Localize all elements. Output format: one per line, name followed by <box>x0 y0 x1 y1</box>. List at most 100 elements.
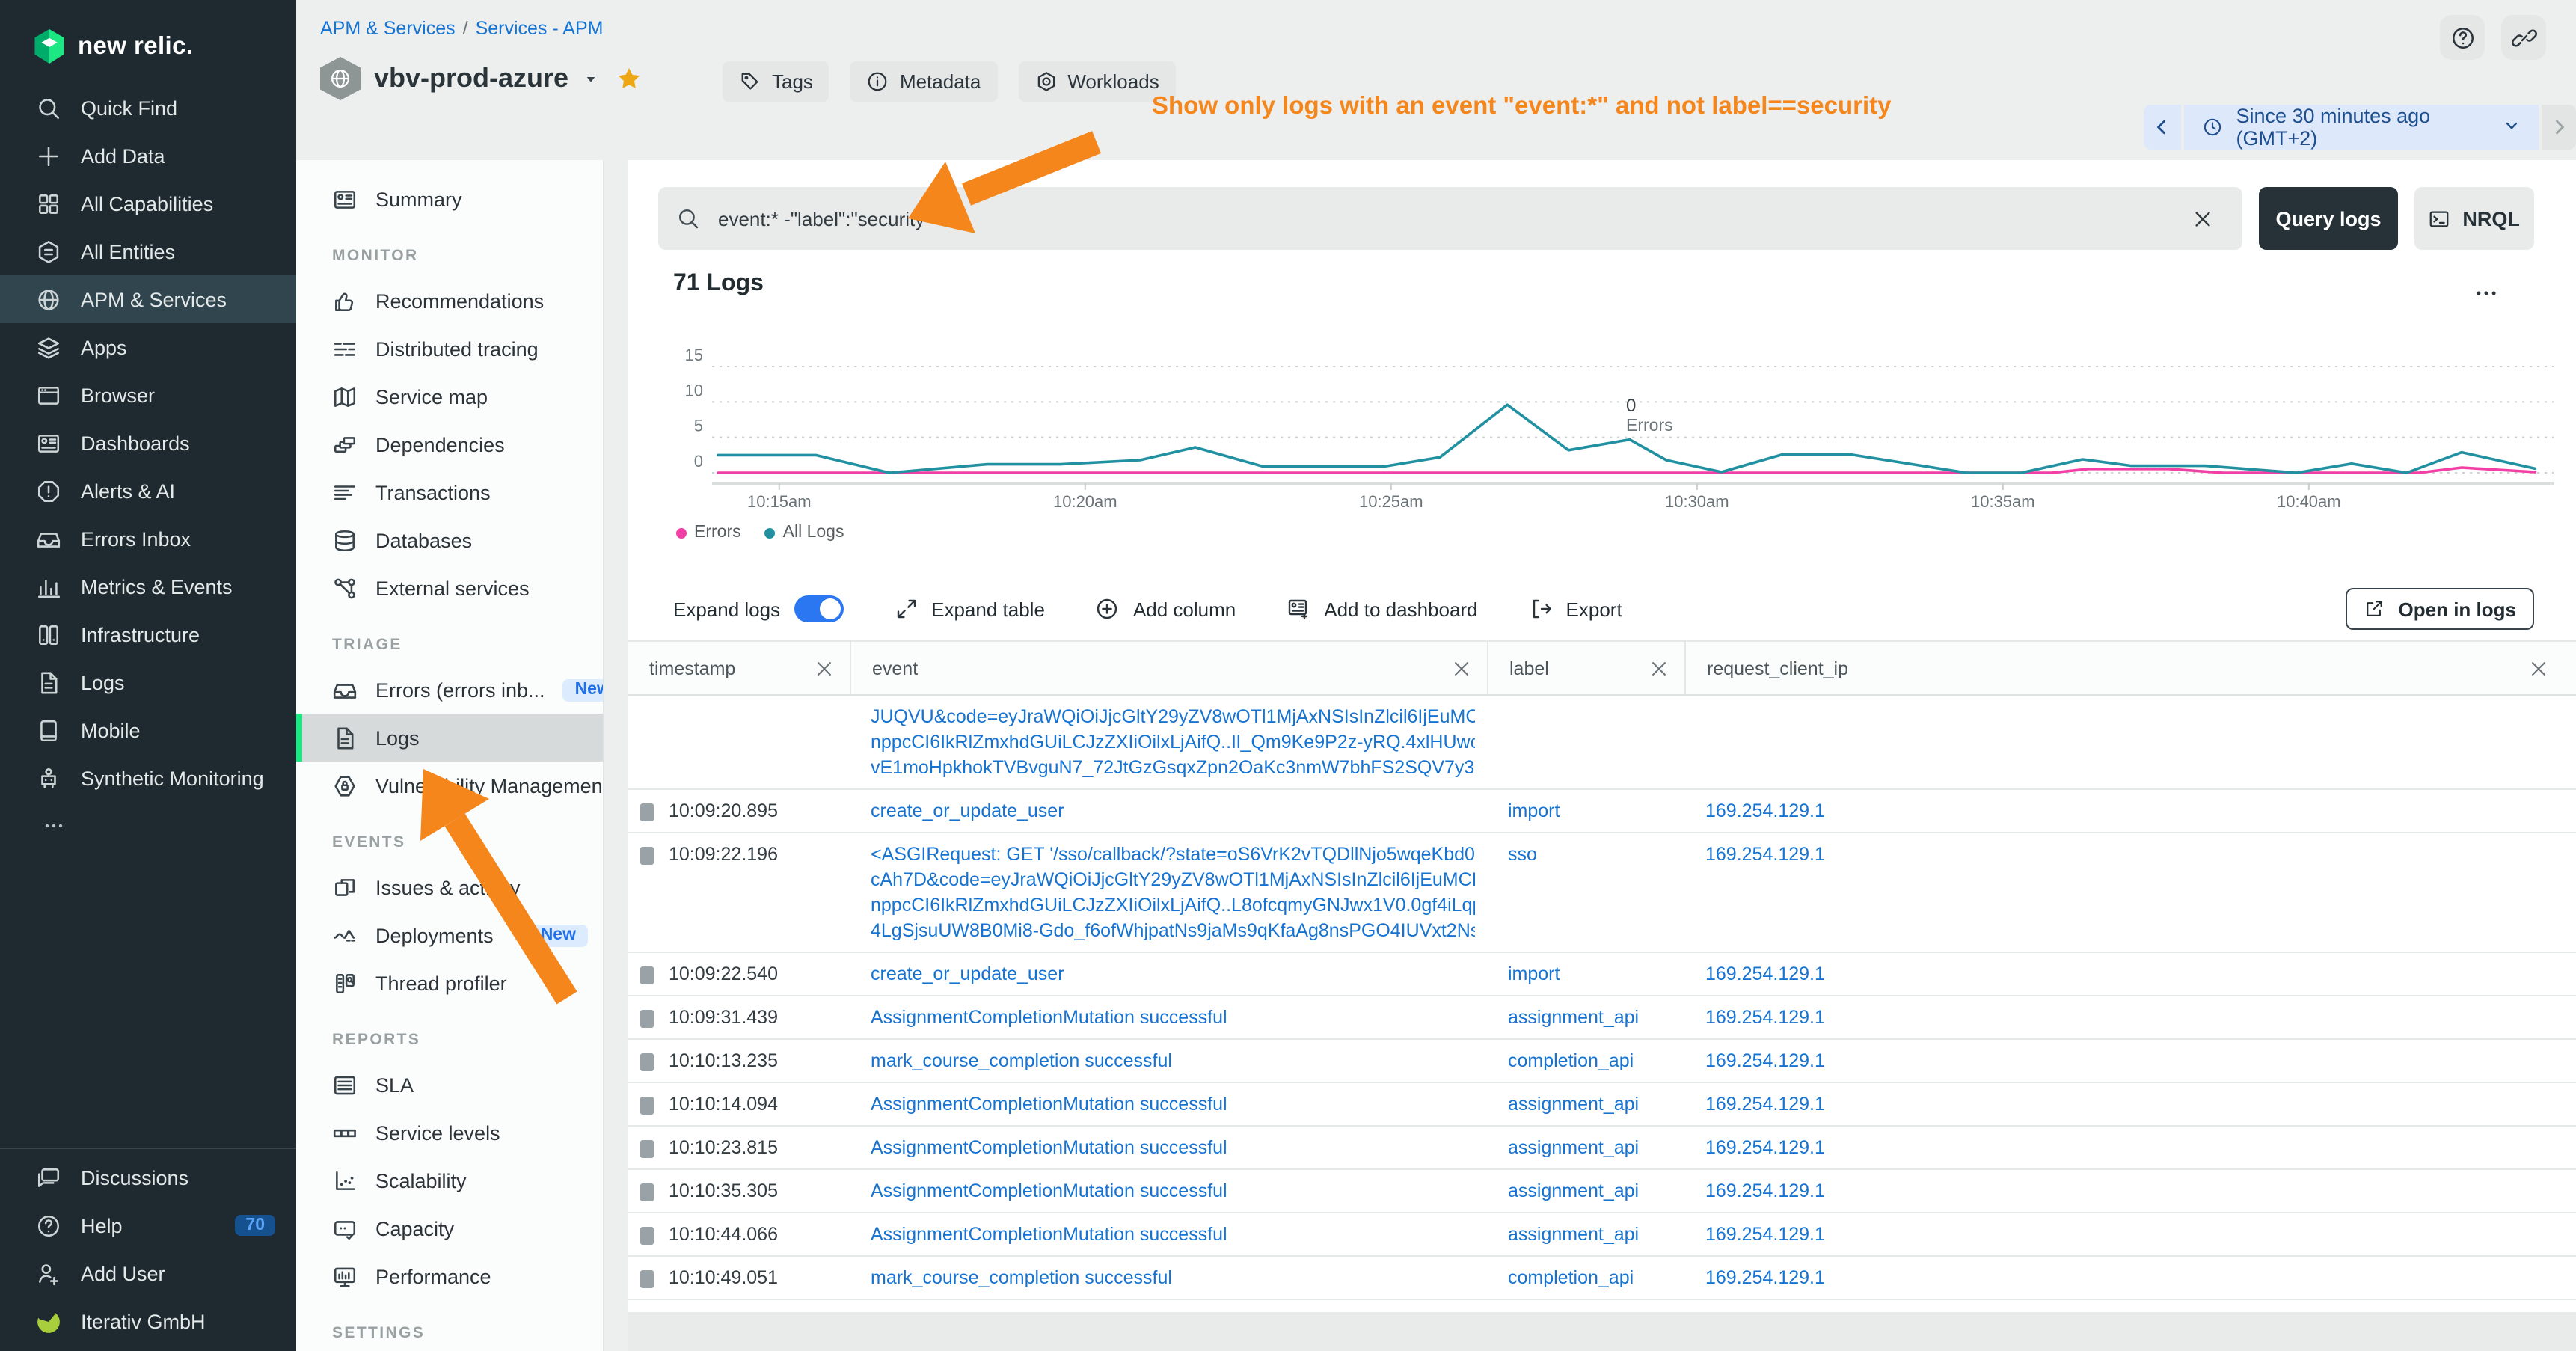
entity-nav-item-dependencies[interactable]: Dependencies <box>296 420 603 468</box>
entity-nav-item-performance[interactable]: Performance <box>296 1252 603 1300</box>
row-handle-icon[interactable] <box>640 1096 654 1114</box>
label-link[interactable]: assignment_api <box>1508 1094 1639 1115</box>
entity-nav-item-recommendations[interactable]: Recommendations <box>296 277 603 325</box>
copy-link-button[interactable] <box>2501 15 2546 60</box>
sidebar-item-all-capabilities[interactable]: All Capabilities <box>0 180 296 227</box>
label-link[interactable]: assignment_api <box>1508 1137 1639 1158</box>
event-link[interactable]: mark_course_completion successful <box>871 1266 1475 1291</box>
sidebar-item-errors-inbox[interactable]: Errors Inbox <box>0 515 296 563</box>
table-row[interactable]: JUQVU&code=eyJraWQiOiJjcGltY29yZV8wOTl1M… <box>628 696 2576 790</box>
sidebar-more-button[interactable] <box>0 802 296 845</box>
query-bar[interactable] <box>658 187 2243 250</box>
event-link[interactable]: create_or_update_user <box>871 962 1475 987</box>
row-handle-icon[interactable] <box>640 846 654 864</box>
expand-logs-toggle[interactable]: Expand logs <box>673 595 843 622</box>
ip-link[interactable]: 169.254.129.1 <box>1705 1224 1825 1245</box>
table-row[interactable]: 10:10:44.066AssignmentCompletionMutation… <box>628 1213 2576 1257</box>
tags-button[interactable]: Tags <box>723 61 829 102</box>
sidebar-item-dashboards[interactable]: Dashboards <box>0 419 296 467</box>
metadata-button[interactable]: Metadata <box>850 61 997 102</box>
event-link[interactable]: AssignmentCompletionMutation successful <box>871 1092 1475 1118</box>
sidebar-item-alerts-ai[interactable]: Alerts & AI <box>0 467 296 515</box>
entity-nav-item-transactions[interactable]: Transactions <box>296 468 603 516</box>
entity-nav-item-service-levels[interactable]: Service levels <box>296 1109 603 1157</box>
breadcrumb-link-services[interactable]: Services - APM <box>476 18 604 39</box>
table-row[interactable]: 10:10:14.094AssignmentCompletionMutation… <box>628 1083 2576 1127</box>
event-link[interactable]: nppcCI6IkRlZmxhdGUiLCJzZXIiOilxLjAifQ..L… <box>871 893 1475 919</box>
sidebar-item-synthetic-monitoring[interactable]: Synthetic Monitoring <box>0 754 296 802</box>
remove-column-label-icon[interactable] <box>1649 658 1669 678</box>
query-input[interactable] <box>715 206 2165 231</box>
entity-name[interactable]: vbv-prod-azure <box>374 63 568 94</box>
label-link[interactable]: assignment_api <box>1508 1007 1639 1028</box>
row-handle-icon[interactable] <box>640 966 654 984</box>
help-button[interactable] <box>2440 15 2485 60</box>
label-link[interactable]: import <box>1508 964 1560 984</box>
event-link[interactable]: AssignmentCompletionMutation successful <box>871 1179 1475 1204</box>
event-link[interactable]: nppcCI6IkRlZmxhdGUiLCJzZXIiOilxLjAifQ..I… <box>871 730 1475 756</box>
sidebar-item-add-data[interactable]: Add Data <box>0 132 296 180</box>
query-logs-button[interactable]: Query logs <box>2260 187 2397 250</box>
remove-column-timestamp-icon[interactable] <box>814 658 835 678</box>
sidebar-item-browser[interactable]: Browser <box>0 371 296 419</box>
entity-nav-item-external-services[interactable]: External services <box>296 564 603 612</box>
ip-link[interactable]: 169.254.129.1 <box>1705 1180 1825 1201</box>
entity-nav-item-errors-errors-inb[interactable]: Errors (errors inb...New <box>296 666 603 714</box>
table-row[interactable]: 10:10:23.815AssignmentCompletionMutation… <box>628 1127 2576 1170</box>
label-link[interactable]: assignment_api <box>1508 1224 1639 1245</box>
sidebar-item-logs[interactable]: Logs <box>0 658 296 706</box>
event-link[interactable]: AssignmentCompletionMutation successful <box>871 1005 1475 1031</box>
event-link[interactable]: 4LgSjsuUW8B0Mi8-Gdo_f6ofWhjpatNs9jaMs9qK… <box>871 919 1475 944</box>
row-handle-icon[interactable] <box>640 1053 654 1070</box>
sidebar-item-mobile[interactable]: Mobile <box>0 706 296 754</box>
ip-link[interactable]: 169.254.129.1 <box>1705 1137 1825 1158</box>
sidebar-footer-add-user[interactable]: Add User <box>0 1249 296 1297</box>
breadcrumb-link-apm[interactable]: APM & Services <box>320 18 456 39</box>
event-link[interactable]: AssignmentCompletionMutation successful <box>871 1136 1475 1161</box>
ip-link[interactable]: 169.254.129.1 <box>1705 1007 1825 1028</box>
sidebar-footer-iterativ-gmbh[interactable]: Iterativ GmbH <box>0 1297 296 1345</box>
table-row[interactable]: 10:10:13.235mark_course_completion succe… <box>628 1040 2576 1083</box>
sidebar-footer-discussions[interactable]: Discussions <box>0 1154 296 1201</box>
sidebar-footer-help[interactable]: Help70 <box>0 1201 296 1249</box>
entity-nav-item-deployments[interactable]: DeploymentsNew <box>296 911 603 959</box>
label-link[interactable]: import <box>1508 800 1560 821</box>
export-button[interactable]: Export <box>1529 597 1622 621</box>
open-in-logs-button[interactable]: Open in logs <box>2346 588 2534 630</box>
table-row[interactable]: 10:09:22.540create_or_update_userimport1… <box>628 953 2576 996</box>
ip-link[interactable]: 169.254.129.1 <box>1705 844 1825 865</box>
newrelic-logo[interactable]: new relic. <box>0 0 296 84</box>
sidebar-item-metrics-events[interactable]: Metrics & Events <box>0 563 296 610</box>
row-handle-icon[interactable] <box>640 1009 654 1027</box>
row-handle-icon[interactable] <box>640 1139 654 1157</box>
remove-column-event-icon[interactable] <box>1451 658 1472 678</box>
event-link[interactable]: vE1moHpkhokTVBvguN7_72JtGzGsqxZpn2OaKc3n… <box>871 756 1475 781</box>
entity-nav-item-logs[interactable]: Logs <box>296 714 603 762</box>
ip-link[interactable]: 169.254.129.1 <box>1705 800 1825 821</box>
table-row[interactable]: 10:10:35.305AssignmentCompletionMutation… <box>628 1170 2576 1213</box>
table-row[interactable]: 10:11:00.311AssignmentCompletionMutation… <box>628 1300 2576 1312</box>
legend-item-errors[interactable]: Errors <box>676 524 741 542</box>
entity-nav-item-issues-activity[interactable]: Issues & activity <box>296 863 603 911</box>
label-link[interactable]: assignment_api <box>1508 1180 1639 1201</box>
favorite-star-icon[interactable] <box>616 66 642 91</box>
entity-nav-item-sla[interactable]: SLA <box>296 1061 603 1109</box>
remove-column-ip-icon[interactable] <box>2528 658 2549 678</box>
entity-nav-item-distributed-tracing[interactable]: Distributed tracing <box>296 325 603 373</box>
sidebar-item-apm-services[interactable]: APM & Services <box>0 275 296 323</box>
table-row[interactable]: 10:10:49.051mark_course_completion succe… <box>628 1257 2576 1300</box>
entity-nav-item-databases[interactable]: Databases <box>296 516 603 564</box>
row-handle-icon[interactable] <box>640 1226 654 1244</box>
entity-nav-item-vulnerability-management[interactable]: Vulnerability Management <box>296 762 603 809</box>
row-handle-icon[interactable] <box>640 1183 654 1201</box>
legend-item-all-logs[interactable]: All Logs <box>765 524 844 542</box>
expand-table-button[interactable]: Expand table <box>894 597 1045 621</box>
time-range-button[interactable]: Since 30 minutes ago (GMT+2) <box>2183 105 2539 150</box>
row-handle-icon[interactable] <box>640 1269 654 1287</box>
sidebar-item-infrastructure[interactable]: Infrastructure <box>0 610 296 658</box>
toggle-on-icon[interactable] <box>794 595 843 622</box>
entity-nav-item-scalability[interactable]: Scalability <box>296 1157 603 1204</box>
entity-nav-item-summary[interactable]: Summary <box>296 175 603 223</box>
add-column-button[interactable]: Add column <box>1096 597 1236 621</box>
label-link[interactable]: sso <box>1508 844 1537 865</box>
